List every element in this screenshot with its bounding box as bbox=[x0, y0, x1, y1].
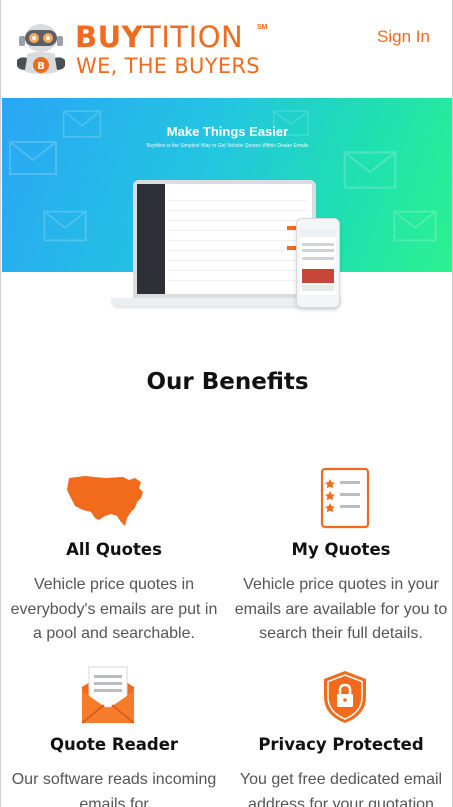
service-mark: SM bbox=[257, 24, 268, 31]
benefit-description: You get free dedicated email address for… bbox=[239, 771, 443, 807]
brand-name-bold: BUY bbox=[75, 20, 144, 54]
benefit-description: Vehicle price quotes in your emails are … bbox=[234, 576, 448, 642]
phone-mockup bbox=[296, 218, 340, 308]
page-frame: B BUYTITION SM WE, THE BUYERS Sign In Ma… bbox=[0, 0, 453, 807]
benefit-privacy-protected: Privacy Protected You get free dedicated… bbox=[228, 665, 452, 807]
benefit-title: Quote Reader bbox=[49, 735, 179, 754]
benefit-my-quotes: My Quotes Vehicle price quotes in your e… bbox=[228, 467, 452, 650]
envelope-icon bbox=[343, 151, 397, 189]
benefit-title: Privacy Protected bbox=[258, 735, 424, 754]
brand-tagline: WE, THE BUYERS bbox=[76, 54, 260, 78]
star-list-icon bbox=[320, 467, 370, 529]
laptop-screen bbox=[133, 180, 316, 298]
envelope-icon bbox=[43, 210, 87, 242]
hero-subtitle: Buytition is the Simplest Way to Get Veh… bbox=[146, 143, 309, 149]
benefit-all-quotes: All Quotes Vehicle price quotes in every… bbox=[1, 470, 227, 650]
benefits-title: Our Benefits bbox=[146, 369, 309, 395]
usa-map-icon bbox=[67, 476, 143, 526]
brand-name[interactable]: BUYTITION bbox=[75, 22, 243, 52]
brand-name-light: TITION bbox=[143, 20, 244, 54]
benefit-description: Vehicle price quotes in everybody's emai… bbox=[10, 576, 218, 642]
site-header: B BUYTITION SM WE, THE BUYERS Sign In bbox=[1, 0, 452, 98]
hero-title: Make Things Easier bbox=[166, 124, 289, 139]
svg-text:B: B bbox=[37, 61, 45, 72]
benefit-description: Our software reads incoming emails for bbox=[11, 771, 217, 807]
envelope-letter-icon bbox=[81, 666, 135, 724]
shield-lock-icon bbox=[324, 671, 366, 723]
sign-in-link[interactable]: Sign In bbox=[377, 27, 430, 47]
benefit-title: All Quotes bbox=[66, 540, 162, 559]
benefit-title: My Quotes bbox=[291, 540, 391, 559]
robot-logo-icon[interactable]: B bbox=[15, 20, 67, 78]
envelope-icon bbox=[393, 210, 437, 242]
benefit-quote-reader: Quote Reader Our software reads incoming… bbox=[1, 665, 227, 807]
